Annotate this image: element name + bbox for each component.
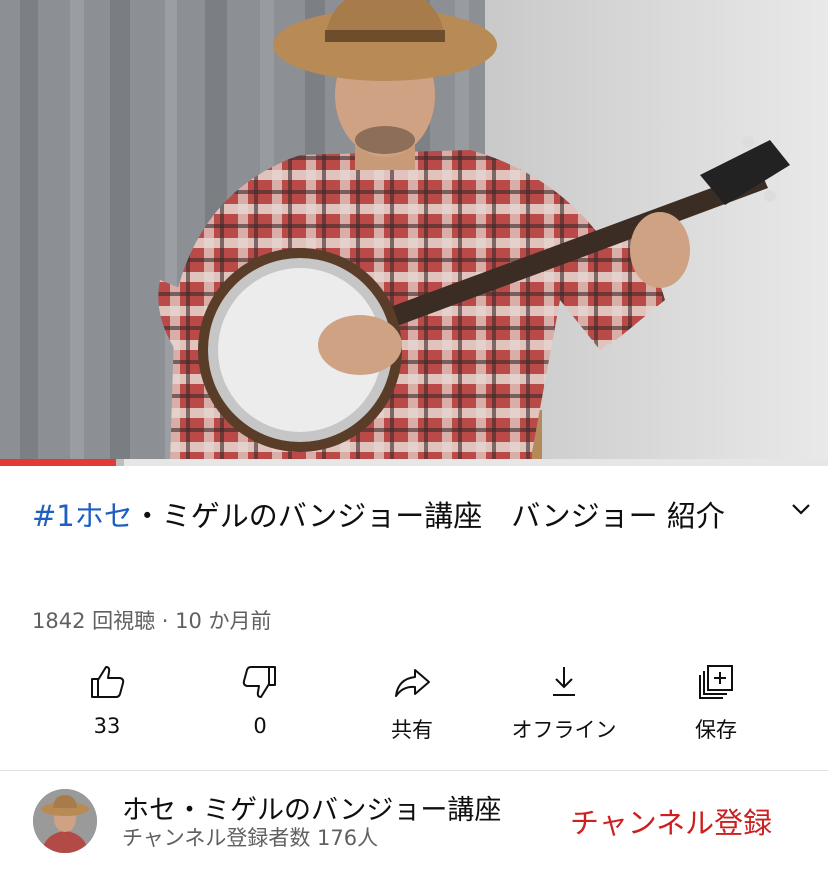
video-frame xyxy=(0,0,828,463)
subscribe-button[interactable]: チャンネル登録 xyxy=(570,800,772,842)
video-player[interactable] xyxy=(0,0,828,463)
share-icon xyxy=(395,669,430,697)
avatar-image xyxy=(33,789,97,853)
progress-played xyxy=(0,459,116,466)
dislike-count: 0 xyxy=(253,714,267,738)
thumbs-down-icon xyxy=(242,666,276,698)
like-count: 33 xyxy=(93,714,121,738)
share-label: 共有 xyxy=(391,718,433,742)
video-meta: 1842 回視聴 · 10 か月前 xyxy=(32,609,272,633)
dislike-button[interactable]: 0 xyxy=(185,662,335,744)
expand-description-button[interactable] xyxy=(784,492,818,526)
thumbs-up-icon xyxy=(91,666,125,698)
save-icon xyxy=(699,665,733,699)
like-button[interactable]: 33 xyxy=(32,662,182,744)
download-icon xyxy=(553,667,575,696)
subscriber-count: チャンネル登録者数 176人 xyxy=(122,826,379,850)
video-title[interactable]: #1ホセ・ミゲルのバンジョー講座 バンジョー 紹介 xyxy=(32,488,752,545)
title-text: ・ミゲルのバンジョー講座 バンジョー 紹介 xyxy=(132,499,725,533)
save-label: 保存 xyxy=(695,718,737,742)
share-button[interactable]: 共有 xyxy=(337,662,487,744)
video-progress-bar[interactable] xyxy=(0,459,828,466)
title-hashtag-link[interactable]: #1ホセ xyxy=(32,499,133,533)
channel-avatar[interactable] xyxy=(33,789,97,853)
download-label: オフライン xyxy=(511,718,617,742)
save-button[interactable]: 保存 xyxy=(641,662,791,744)
chevron-down-icon xyxy=(792,504,810,515)
download-button[interactable]: オフライン xyxy=(489,662,639,744)
divider xyxy=(0,770,828,771)
